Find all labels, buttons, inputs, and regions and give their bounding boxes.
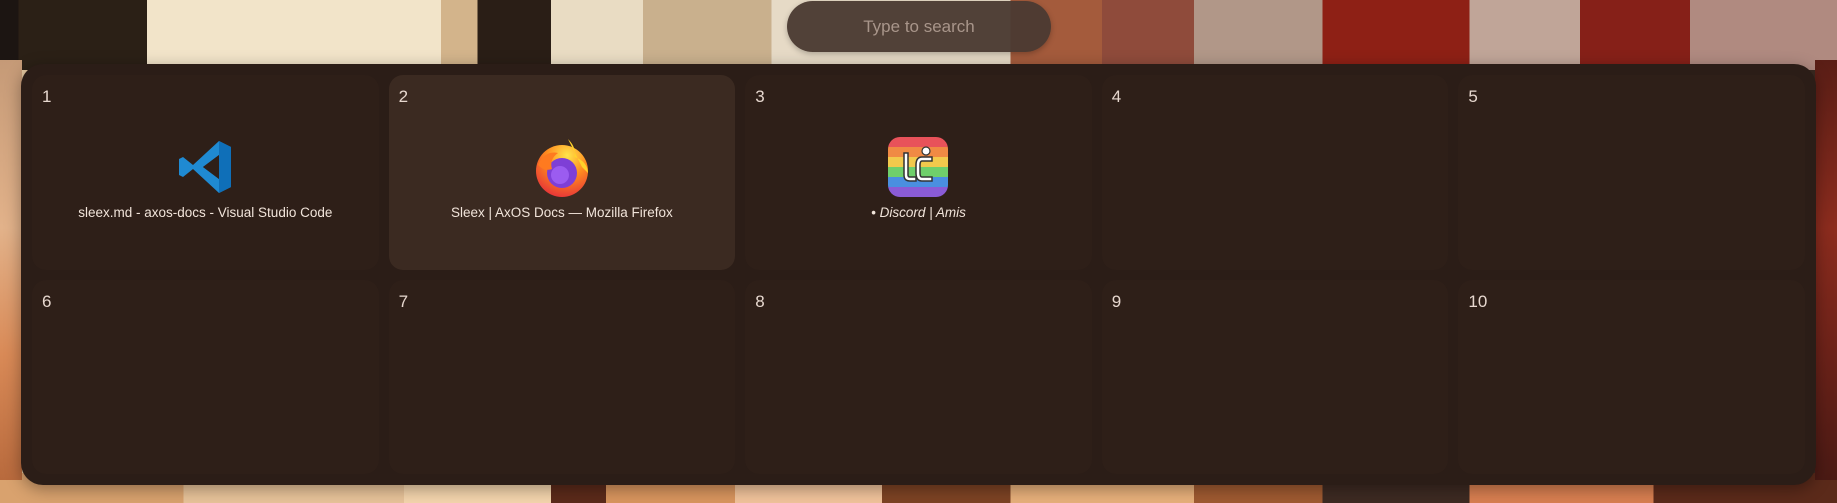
- window-discord[interactable]: • Discord | Amis: [745, 135, 1092, 220]
- wallpaper-right: [1815, 60, 1837, 480]
- workspace-number: 5: [1468, 87, 1478, 106]
- wallpaper-left: [0, 60, 22, 480]
- workspace-grid: 1 sleex.md - axos-docs - Visual Studio C…: [32, 75, 1805, 474]
- workspace-3[interactable]: 3 • Discord | Amis: [745, 75, 1092, 270]
- workspace-number: 2: [398, 87, 409, 106]
- workspace-number: 1: [42, 87, 52, 106]
- workspace-2[interactable]: 2 Sleex | AxOS Docs — Mozilla Firefox: [388, 75, 736, 270]
- workspace-number: 3: [755, 87, 765, 106]
- workspace-number: 9: [1111, 291, 1122, 311]
- workspace-1[interactable]: 1 sleex.md - axos-docs - Visual Studio C…: [32, 75, 379, 270]
- workspace-7[interactable]: 7: [388, 279, 736, 474]
- workspace-number: 7: [398, 291, 409, 311]
- workspace-number: 10: [1468, 291, 1488, 311]
- window-title: sleex.md - axos-docs - Visual Studio Cod…: [78, 205, 333, 220]
- window-vscode[interactable]: sleex.md - axos-docs - Visual Studio Cod…: [32, 135, 379, 220]
- firefox-icon: [535, 139, 588, 197]
- workspace-8[interactable]: 8: [745, 279, 1092, 474]
- vscode-icon: [179, 141, 232, 193]
- workspace-6[interactable]: 6: [32, 279, 379, 474]
- window-title: • Discord | Amis: [871, 205, 966, 220]
- workspace-number: 4: [1111, 87, 1122, 106]
- workspace-number: 8: [755, 291, 765, 311]
- workspace-5[interactable]: 5: [1458, 75, 1805, 270]
- window-firefox[interactable]: Sleex | AxOS Docs — Mozilla Firefox: [389, 135, 736, 220]
- workspace-overview: 1 sleex.md - axos-docs - Visual Studio C…: [21, 64, 1816, 485]
- workspace-9[interactable]: 9: [1101, 279, 1449, 474]
- workspace-10[interactable]: 10: [1458, 279, 1805, 474]
- window-title: Sleex | AxOS Docs — Mozilla Firefox: [450, 205, 673, 220]
- search-bar[interactable]: [787, 0, 1051, 53]
- workspace-4[interactable]: 4: [1101, 75, 1449, 270]
- workspace-number: 6: [42, 291, 52, 311]
- discord-app-icon: [888, 137, 949, 197]
- search-input[interactable]: [787, 0, 1051, 53]
